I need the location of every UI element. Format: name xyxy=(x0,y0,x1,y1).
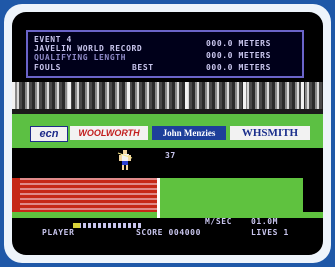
foul-line xyxy=(157,178,160,218)
speed-value: 01.0M xyxy=(251,217,279,226)
distance-readout: 37 xyxy=(165,151,176,160)
lives-label: LIVES 1 xyxy=(251,228,289,237)
stand-divider xyxy=(127,82,130,109)
javelin-runway xyxy=(20,178,159,212)
speed-unit: M/SEC xyxy=(205,217,233,226)
record-title: JAVELIN WORLD RECORD xyxy=(34,44,143,53)
ad-ecn: ecn xyxy=(30,126,68,142)
stand-divider xyxy=(12,82,15,109)
stand-divider xyxy=(243,82,246,109)
record-distance: 000.0 METERS xyxy=(206,39,271,48)
ad-board: ecn WOOLWORTH John Menzies WHSMITH xyxy=(12,114,323,148)
player-label: PLAYER xyxy=(42,228,75,237)
event-line: EVENT 4 xyxy=(34,35,72,44)
stand-divider xyxy=(301,82,304,109)
qualifying-distance: 000.0 METERS xyxy=(206,51,271,60)
speed-meter xyxy=(73,223,141,228)
ad-woolworth: WOOLWORTH xyxy=(70,126,148,140)
speed-meter-fill xyxy=(73,223,80,228)
best-distance: 000.0 METERS xyxy=(206,63,271,72)
stand-divider xyxy=(68,82,71,109)
crowd-stands xyxy=(12,82,323,109)
scoreboard: EVENT 4 JAVELIN WORLD RECORD QUALIFYING … xyxy=(26,30,304,78)
best-label: BEST xyxy=(132,63,154,72)
runway-edge xyxy=(12,178,20,212)
qualifying-line: QUALIFYING LENGTH xyxy=(34,53,127,62)
score-label: SCORE 004000 xyxy=(136,228,201,237)
athlete-sprite xyxy=(117,150,133,170)
ad-john-menzies: John Menzies xyxy=(152,126,226,140)
ad-whsmith: WHSMITH xyxy=(230,126,310,140)
fouls-label: FOULS xyxy=(34,63,62,72)
stand-divider xyxy=(185,82,188,109)
